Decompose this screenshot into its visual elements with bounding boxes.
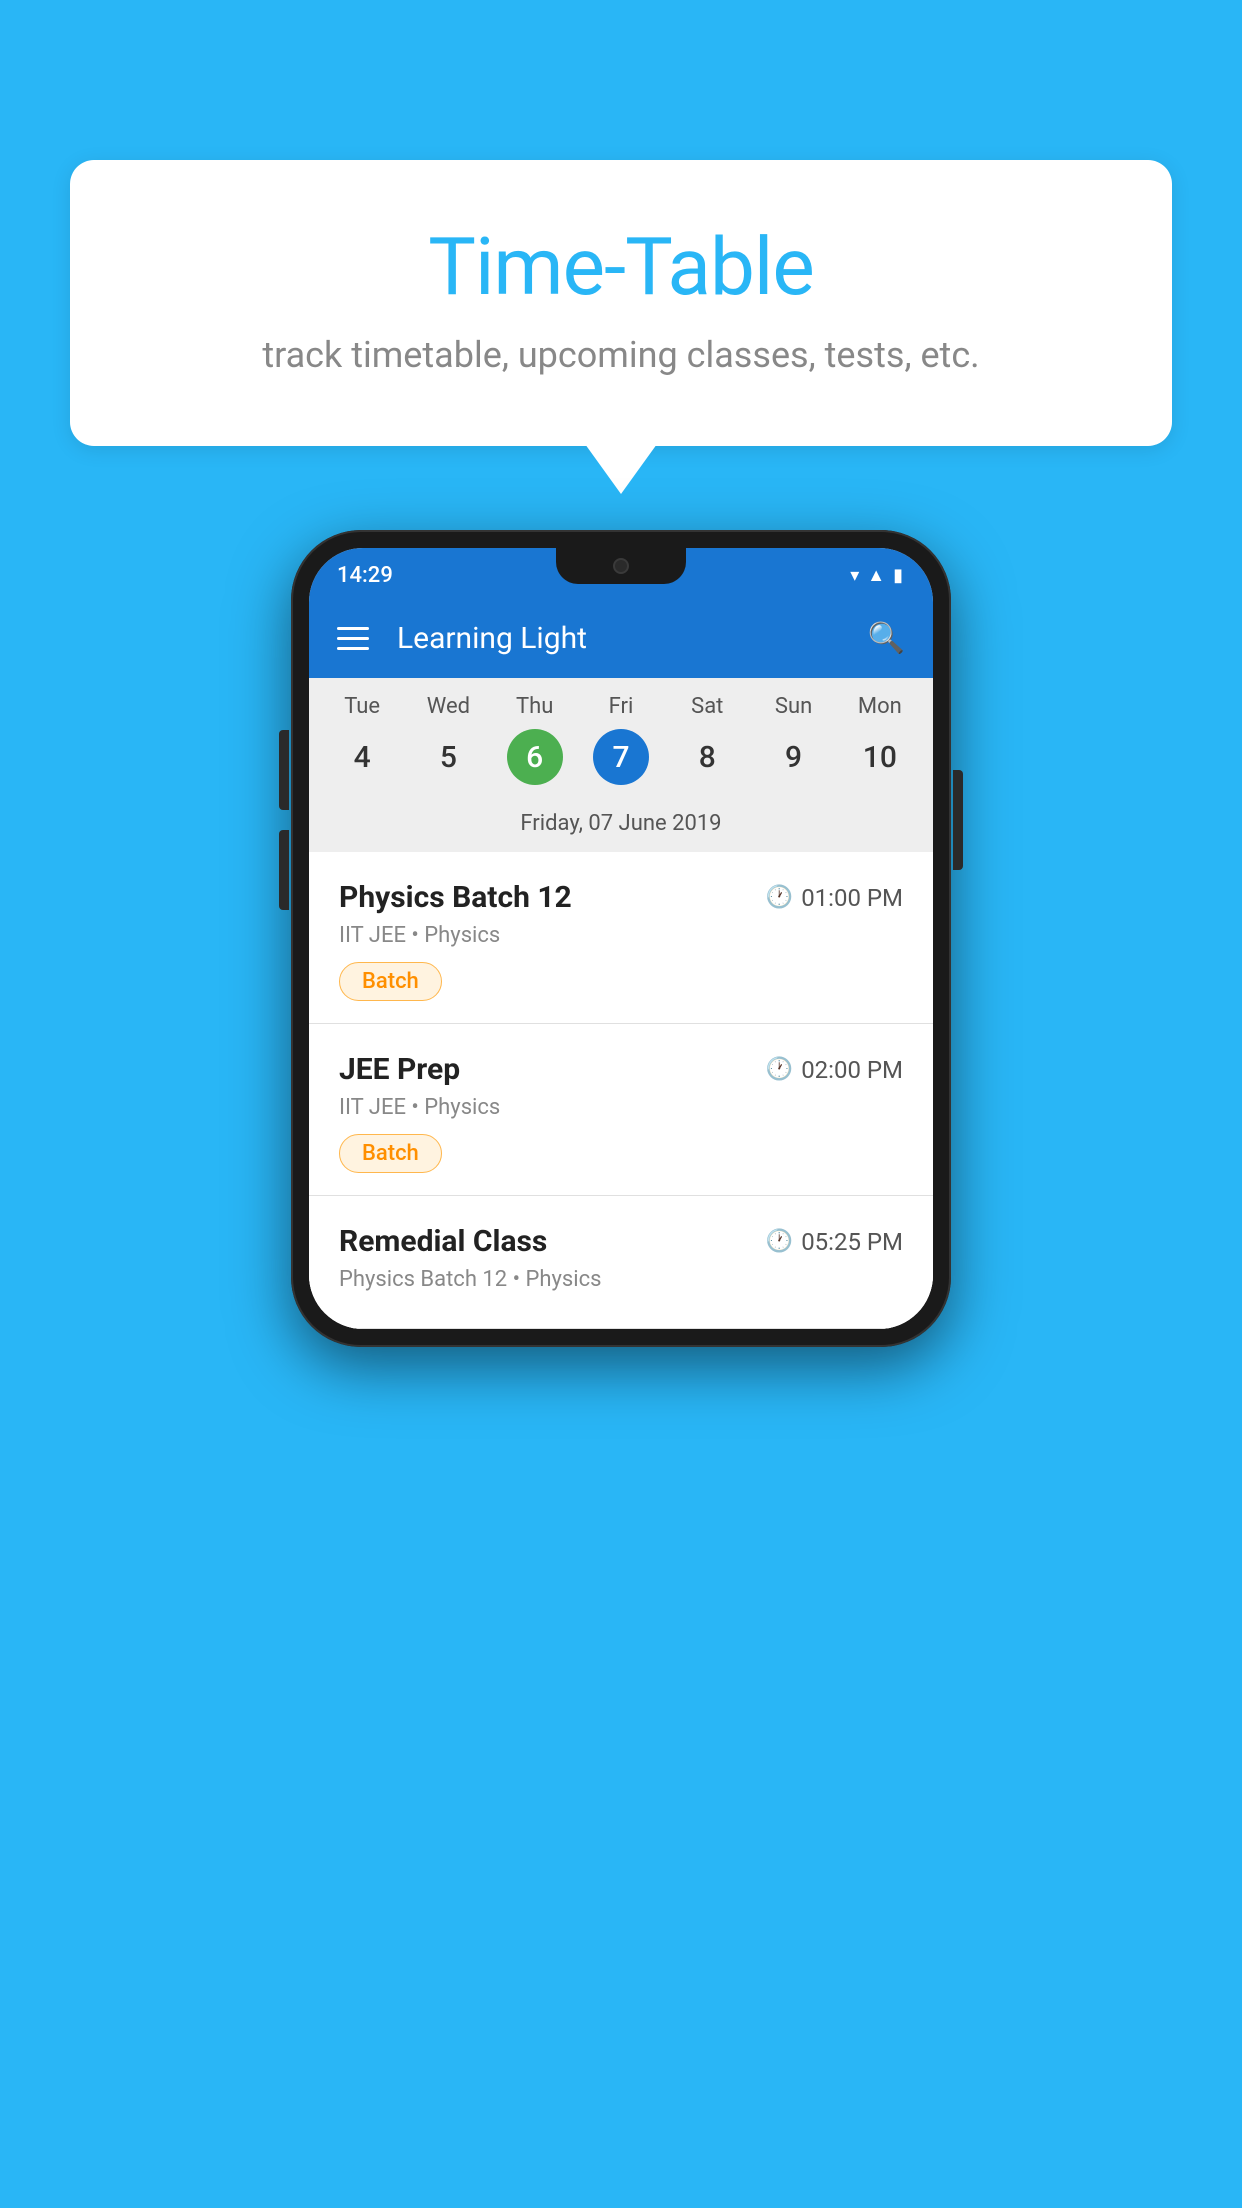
weekday-thu: Thu: [492, 694, 578, 719]
date-6-today[interactable]: 6: [492, 727, 578, 787]
schedule-item-header-1: Physics Batch 12 🕐 01:00 PM: [339, 880, 903, 915]
wifi-icon: ▾: [850, 565, 859, 586]
app-title: Learning Light: [397, 621, 840, 656]
speech-bubble-section: Time-Table track timetable, upcoming cla…: [70, 160, 1172, 446]
date-8[interactable]: 8: [664, 727, 750, 787]
schedule-time-3: 🕐 05:25 PM: [766, 1228, 903, 1256]
time-value-2: 02:00 PM: [801, 1056, 903, 1084]
schedule-title-1: Physics Batch 12: [339, 880, 572, 915]
weekday-mon: Mon: [837, 694, 923, 719]
time-value-3: 05:25 PM: [801, 1228, 903, 1256]
signal-icon: ▲: [867, 565, 885, 586]
phone-notch: [556, 548, 686, 584]
weekday-sun: Sun: [750, 694, 836, 719]
dates-row: 4 5 6 7 8 9: [309, 723, 933, 803]
phone-mockup: 14:29 ▾ ▲ ▮ Learning Light 🔍: [291, 530, 951, 1347]
schedule-item-header-3: Remedial Class 🕐 05:25 PM: [339, 1224, 903, 1259]
time-value-1: 01:00 PM: [801, 884, 903, 912]
date-10[interactable]: 10: [837, 727, 923, 787]
hamburger-menu-icon[interactable]: [337, 627, 369, 650]
selected-date-label: Friday, 07 June 2019: [309, 803, 933, 852]
schedule-meta-3: Physics Batch 12 • Physics: [339, 1267, 903, 1292]
battery-icon: ▮: [893, 565, 903, 586]
schedule-item-physics-batch[interactable]: Physics Batch 12 🕐 01:00 PM IIT JEE • Ph…: [309, 852, 933, 1024]
date-4[interactable]: 4: [319, 727, 405, 787]
bubble-title: Time-Table: [150, 220, 1092, 314]
schedule-item-jee-prep[interactable]: JEE Prep 🕐 02:00 PM IIT JEE • Physics Ba…: [309, 1024, 933, 1196]
weekdays-row: Tue Wed Thu Fri Sat Sun Mon: [309, 678, 933, 723]
calendar-section: Tue Wed Thu Fri Sat Sun Mon 4 5: [309, 678, 933, 852]
weekday-wed: Wed: [405, 694, 491, 719]
weekday-fri: Fri: [578, 694, 664, 719]
app-bar: Learning Light 🔍: [309, 598, 933, 678]
date-9[interactable]: 9: [750, 727, 836, 787]
schedule-title-3: Remedial Class: [339, 1224, 547, 1259]
bubble-subtitle: track timetable, upcoming classes, tests…: [150, 334, 1092, 376]
speech-bubble: Time-Table track timetable, upcoming cla…: [70, 160, 1172, 446]
date-7-selected[interactable]: 7: [578, 727, 664, 787]
weekday-sat: Sat: [664, 694, 750, 719]
clock-icon-1: 🕐: [766, 885, 793, 910]
schedule-time-1: 🕐 01:00 PM: [766, 884, 903, 912]
schedule-time-2: 🕐 02:00 PM: [766, 1056, 903, 1084]
schedule-item-header-2: JEE Prep 🕐 02:00 PM: [339, 1052, 903, 1087]
clock-icon-3: 🕐: [766, 1229, 793, 1254]
schedule-meta-2: IIT JEE • Physics: [339, 1095, 903, 1120]
schedule-meta-1: IIT JEE • Physics: [339, 923, 903, 948]
notch-camera: [613, 558, 629, 574]
date-5[interactable]: 5: [405, 727, 491, 787]
batch-badge-1: Batch: [339, 962, 442, 1001]
weekday-tue: Tue: [319, 694, 405, 719]
schedule-list: Physics Batch 12 🕐 01:00 PM IIT JEE • Ph…: [309, 852, 933, 1329]
schedule-item-remedial[interactable]: Remedial Class 🕐 05:25 PM Physics Batch …: [309, 1196, 933, 1329]
status-icons: ▾ ▲ ▮: [850, 565, 903, 586]
clock-icon-2: 🕐: [766, 1057, 793, 1082]
search-icon[interactable]: 🔍: [868, 621, 905, 656]
phone-screen: 14:29 ▾ ▲ ▮ Learning Light 🔍: [309, 548, 933, 1329]
status-time: 14:29: [337, 563, 393, 588]
phone-outer: 14:29 ▾ ▲ ▮ Learning Light 🔍: [291, 530, 951, 1347]
batch-badge-2: Batch: [339, 1134, 442, 1173]
schedule-title-2: JEE Prep: [339, 1052, 460, 1087]
